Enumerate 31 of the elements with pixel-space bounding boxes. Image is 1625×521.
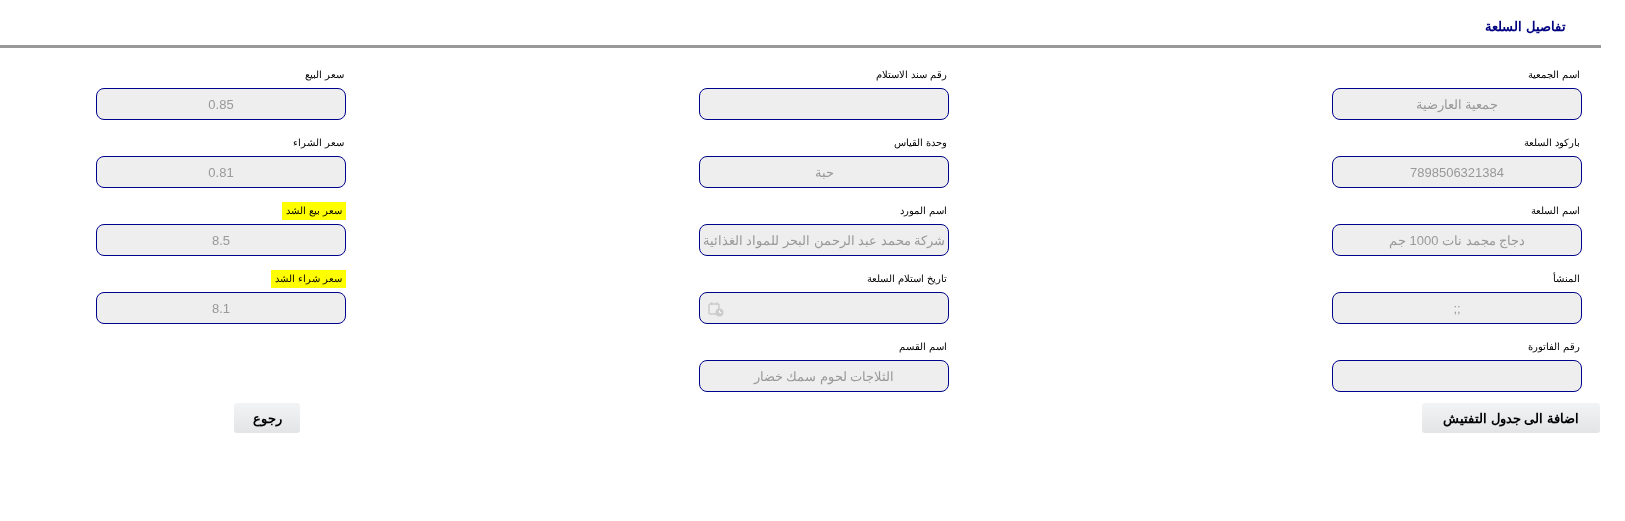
- input-field[interactable]: 7898506321384: [1332, 156, 1582, 188]
- field-label: سعر شراء الشد: [271, 270, 346, 288]
- input-field[interactable]: [1332, 360, 1582, 392]
- input-field[interactable]: دجاج مجمد نات 1000 جم: [1332, 224, 1582, 256]
- field-label: سعر الشراء: [292, 136, 345, 150]
- field-label: وحدة القياس: [893, 136, 948, 150]
- date-field[interactable]: [699, 292, 949, 324]
- field-label: رقم الفاتورة: [1527, 340, 1581, 354]
- field-label: تاريخ استلام السلعة: [866, 272, 948, 286]
- field-label: اسم الجمعية: [1527, 68, 1581, 82]
- page-title: تفاصيل السلعة: [1485, 19, 1566, 34]
- input-field[interactable]: [699, 88, 949, 120]
- field-label: اسم المورد: [899, 204, 948, 218]
- add-to-inspection-button[interactable]: اضافة الى جدول التفتيش: [1422, 403, 1600, 433]
- input-field[interactable]: 0.85: [96, 88, 346, 120]
- input-field[interactable]: ;;: [1332, 292, 1582, 324]
- field-label: المنشأ: [1552, 272, 1581, 286]
- back-button[interactable]: رجوع: [234, 403, 300, 433]
- field-label: باركود السلعة: [1523, 136, 1581, 150]
- input-field[interactable]: 8.1: [96, 292, 346, 324]
- field-label: رقم سند الاستلام: [875, 68, 948, 82]
- field-label: اسم السلعة: [1530, 204, 1581, 218]
- input-field[interactable]: 0.81: [96, 156, 346, 188]
- input-field[interactable]: الثلاجات لحوم سمك خضار: [699, 360, 949, 392]
- field-label: سعر بيع الشد: [282, 202, 346, 220]
- input-field[interactable]: جمعية العارضية: [1332, 88, 1582, 120]
- input-field[interactable]: 8.5: [96, 224, 346, 256]
- input-field[interactable]: شركة محمد عبد الرحمن البحر للمواد الغذائية: [699, 224, 949, 256]
- field-label: اسم القسم: [898, 340, 948, 354]
- input-field[interactable]: حبة: [699, 156, 949, 188]
- field-label: سعر البيع: [304, 68, 345, 82]
